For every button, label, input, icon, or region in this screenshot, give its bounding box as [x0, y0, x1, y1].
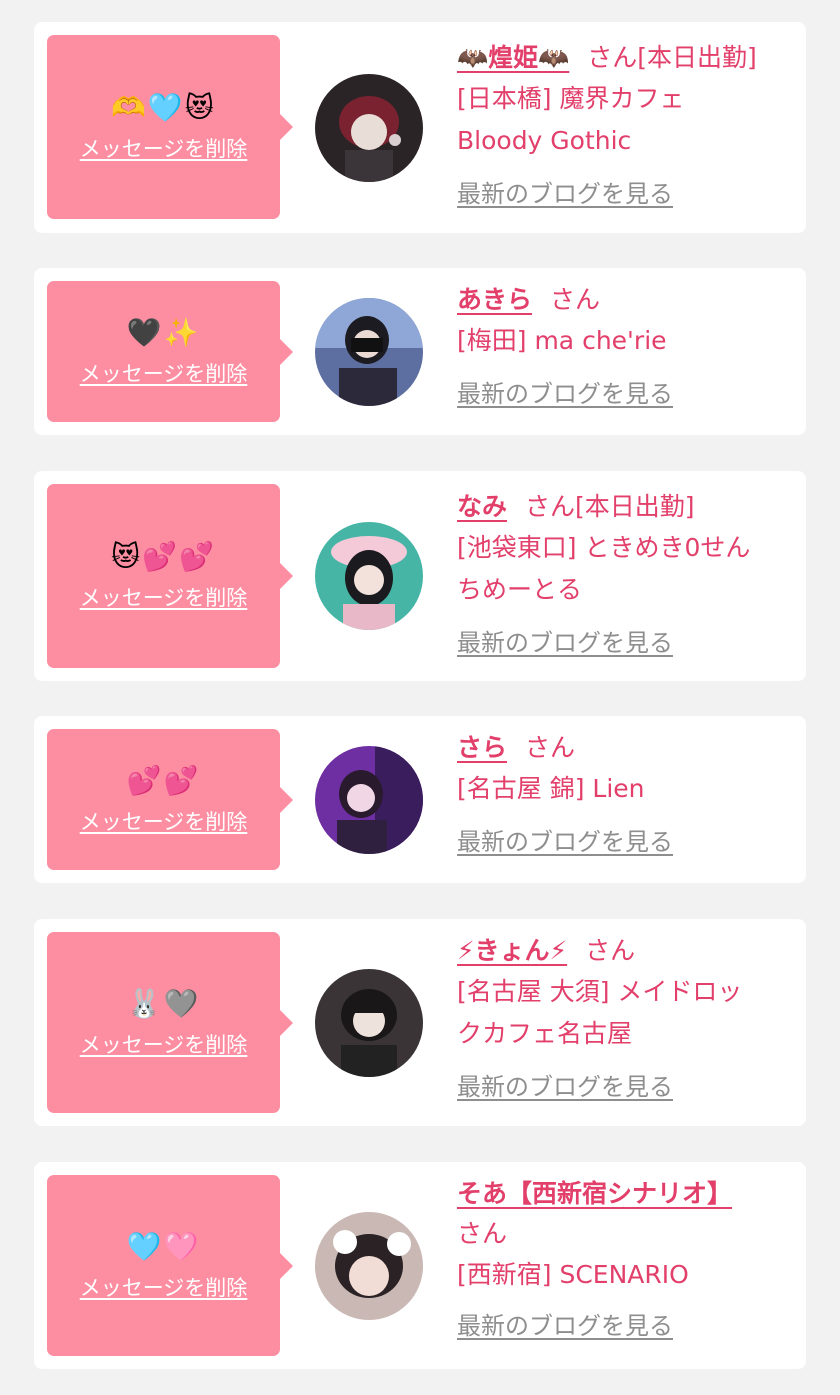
message-emoji: 🩵🩷 [126, 1229, 201, 1263]
shop-line: [日本橋] 魔界カフェ [457, 84, 685, 113]
member-info: ⚡きょん⚡ さん [名古屋 大須] メイドロッ クカフェ名古屋 最新のブログを見る [457, 931, 802, 1102]
status-label: [本日出勤] [637, 43, 757, 72]
message-card: 🖤✨ メッセージを削除 あきら さん [梅田] ma che'rie 最新のブログ… [34, 268, 806, 435]
shop-line: [西新宿] SCENARIO [457, 1260, 689, 1289]
member-name-line: なみ さん[本日出勤] [457, 487, 802, 527]
delete-message-link[interactable]: メッセージを削除 [80, 1029, 248, 1059]
latest-blog-link[interactable]: 最新のブログを見る [457, 822, 673, 857]
avatar[interactable] [315, 74, 423, 182]
latest-blog-link[interactable]: 最新のブログを見る [457, 1306, 673, 1341]
member-info: さら さん [名古屋 錦] Lien 最新のブログを見る [457, 728, 802, 857]
shop-line: ちめーとる [457, 575, 583, 604]
message-bubble: 🩵🩷 メッセージを削除 [47, 1175, 293, 1356]
member-info: あきら さん [梅田] ma che'rie 最新のブログを見る [457, 280, 802, 409]
delete-message-link[interactable]: メッセージを削除 [80, 358, 248, 388]
member-name-link[interactable]: ⚡きょん⚡ [457, 936, 567, 965]
delete-message-link[interactable]: メッセージを削除 [80, 133, 248, 163]
message-card: 🐰🩶 メッセージを削除 ⚡きょん⚡ さん [名古屋 大須] メイドロッ クカフェ名… [34, 919, 806, 1126]
honorific: さん [525, 733, 576, 762]
latest-blog-link[interactable]: 最新のブログを見る [457, 1067, 673, 1102]
member-info: 🦇煌姫🦇 さん[本日出勤] [日本橋] 魔界カフェ Bloody Gothic 最… [457, 38, 802, 209]
avatar[interactable] [315, 969, 423, 1077]
message-emoji: 🖤✨ [126, 315, 201, 349]
member-info: そあ【西新宿シナリオ】 さん [西新宿] SCENARIO 最新のブログを見る [457, 1174, 802, 1341]
honorific: さん [457, 1219, 508, 1248]
message-emoji: 🫶🩵😻 [111, 91, 216, 124]
latest-blog-link[interactable]: 最新のブログを見る [457, 174, 673, 209]
avatar[interactable] [315, 1212, 423, 1320]
member-name-line: そあ【西新宿シナリオ】 [457, 1174, 802, 1214]
member-name-link[interactable]: あきら [457, 285, 532, 314]
message-bubble: 💕💕 メッセージを削除 [47, 729, 293, 870]
shop-line: [梅田] ma che'rie [457, 326, 667, 355]
message-card: 🫶🩵😻 メッセージを削除 🦇煌姫🦇 さん[本日出勤] [日本橋] 魔界カフェ Bl… [34, 22, 806, 233]
message-card: 😻💕💕 メッセージを削除 なみ さん[本日出勤] [池袋東口] ときめき0せん ち… [34, 471, 806, 681]
member-info: なみ さん[本日出勤] [池袋東口] ときめき0せん ちめーとる 最新のブログを見… [457, 487, 802, 658]
member-name-line: さん [457, 1214, 802, 1254]
member-name-link[interactable]: さら [457, 733, 507, 762]
delete-message-link[interactable]: メッセージを削除 [80, 1272, 248, 1302]
member-name-link[interactable]: そあ【西新宿シナリオ】 [457, 1179, 732, 1208]
honorific: さん [585, 936, 636, 965]
member-name-line: 🦇煌姫🦇 さん[本日出勤] [457, 38, 802, 78]
latest-blog-link[interactable]: 最新のブログを見る [457, 623, 673, 658]
honorific: さん [550, 285, 601, 314]
member-name-line: ⚡きょん⚡ さん [457, 931, 802, 971]
message-bubble: 🖤✨ メッセージを削除 [47, 281, 293, 422]
avatar[interactable] [315, 298, 423, 406]
delete-message-link[interactable]: メッセージを削除 [80, 582, 248, 612]
message-emoji: 🐰🩶 [126, 986, 201, 1020]
member-name-line: さら さん [457, 728, 802, 768]
honorific: さん [525, 492, 576, 521]
message-emoji: 💕💕 [126, 763, 201, 797]
message-bubble: 🫶🩵😻 メッセージを削除 [47, 35, 293, 219]
avatar[interactable] [315, 522, 423, 630]
member-name-link[interactable]: 🦇煌姫🦇 [457, 43, 569, 72]
delete-message-link[interactable]: メッセージを削除 [80, 806, 248, 836]
message-card: 💕💕 メッセージを削除 さら さん [名古屋 錦] Lien 最新のブログを見る [34, 716, 806, 883]
shop-line: [池袋東口] ときめき0せん [457, 533, 751, 562]
message-bubble: 🐰🩶 メッセージを削除 [47, 932, 293, 1113]
message-bubble: 😻💕💕 メッセージを削除 [47, 484, 293, 668]
status-label: [本日出勤] [575, 492, 695, 521]
honorific: さん [587, 43, 638, 72]
message-list: 🫶🩵😻 メッセージを削除 🦇煌姫🦇 さん[本日出勤] [日本橋] 魔界カフェ Bl… [0, 0, 840, 1395]
avatar[interactable] [315, 746, 423, 854]
shop-line: [名古屋 錦] Lien [457, 774, 645, 803]
shop-line: クカフェ名古屋 [457, 1019, 633, 1048]
shop-line: Bloody Gothic [457, 126, 632, 155]
latest-blog-link[interactable]: 最新のブログを見る [457, 374, 673, 409]
member-name-line: あきら さん [457, 280, 802, 320]
shop-line: [名古屋 大須] メイドロッ [457, 977, 743, 1006]
message-emoji: 😻💕💕 [111, 540, 216, 573]
message-card: 🩵🩷 メッセージを削除 そあ【西新宿シナリオ】 さん [西新宿] SCENARI… [34, 1162, 806, 1369]
member-name-link[interactable]: なみ [457, 492, 507, 521]
